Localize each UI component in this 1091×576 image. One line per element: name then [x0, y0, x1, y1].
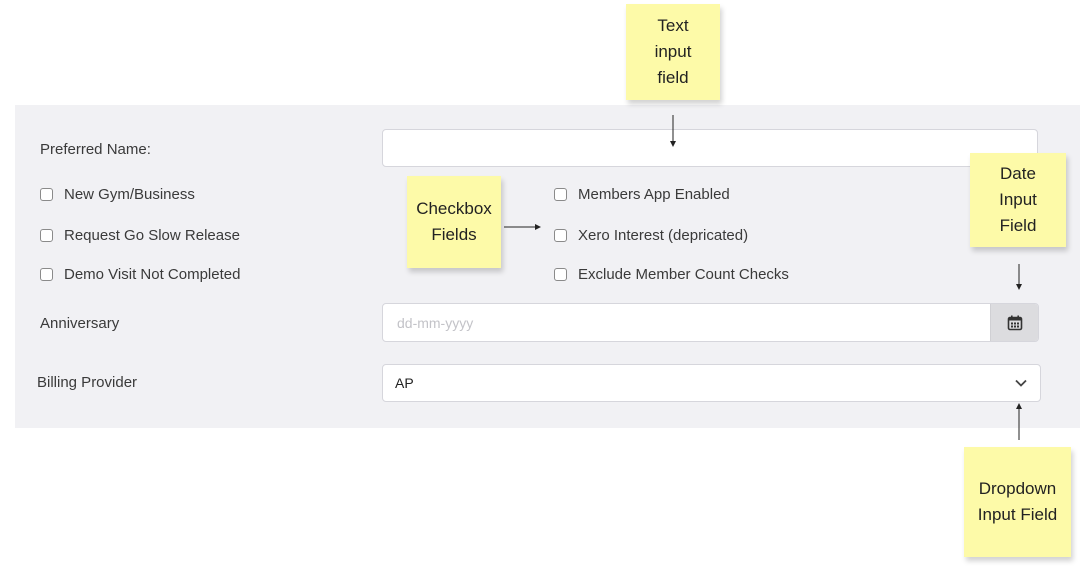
annotation-arrows — [504, 115, 1022, 440]
